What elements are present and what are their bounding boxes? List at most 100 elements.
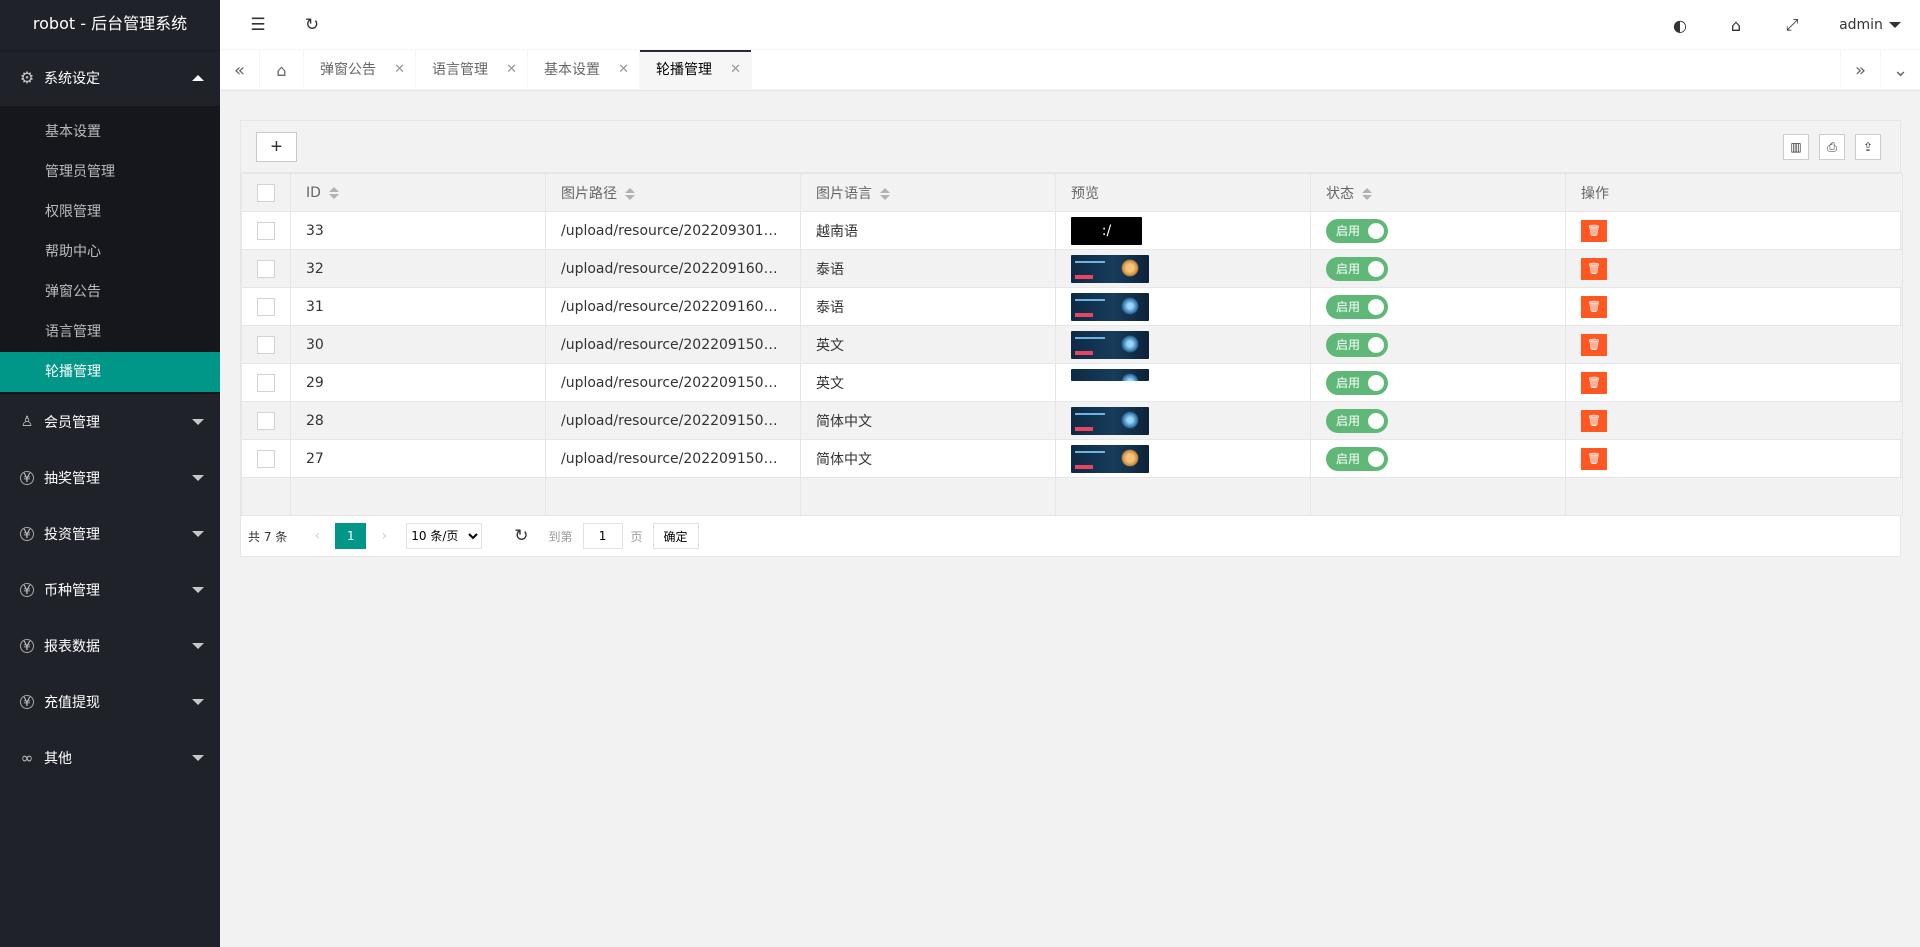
cell-preview: [1055, 439, 1311, 478]
columns-filter-icon[interactable]: ▥: [1783, 134, 1809, 160]
goto-page-input[interactable]: [582, 523, 623, 549]
col-status[interactable]: 状态: [1310, 173, 1566, 212]
status-toggle[interactable]: 启用: [1326, 408, 1388, 433]
cell-status: 启用: [1310, 401, 1566, 440]
nav-item-popup-notice[interactable]: 弹窗公告: [0, 272, 220, 312]
nav-item-label: 系统设定: [44, 71, 100, 87]
caret-down-icon: [192, 531, 204, 537]
add-button[interactable]: +: [256, 132, 297, 162]
tab-language[interactable]: 语言管理 ✕: [416, 50, 528, 90]
cell-language: 泰语: [800, 287, 1056, 326]
status-toggle[interactable]: 启用: [1326, 218, 1388, 243]
caret-down-icon: [192, 475, 204, 481]
row-checkbox[interactable]: [257, 449, 275, 468]
nav-item-carousel[interactable]: 轮播管理: [0, 352, 220, 392]
status-toggle[interactable]: 启用: [1326, 446, 1388, 471]
nav-item-language[interactable]: 语言管理: [0, 312, 220, 352]
nav-item-currency[interactable]: ¥ 币种管理: [0, 562, 220, 618]
sidebar: robot - 后台管理系统 ⚙ 系统设定 基本设置 管理员管理 权限管理 帮助…: [0, 0, 220, 947]
close-icon[interactable]: ✕: [730, 50, 741, 90]
theme-icon[interactable]: ◐: [1652, 0, 1708, 50]
nav-item-investment[interactable]: ¥ 投资管理: [0, 506, 220, 562]
tab-label: 弹窗公告: [320, 62, 376, 78]
nav-item-basic-settings[interactable]: 基本设置: [0, 112, 220, 152]
sort-icon[interactable]: [625, 187, 635, 200]
page-size-select[interactable]: 10 条/页: [406, 523, 483, 549]
close-icon[interactable]: ✕: [506, 50, 517, 90]
tabs-scroll-right-icon[interactable]: »: [1840, 50, 1880, 90]
tab-popup-notice[interactable]: 弹窗公告 ✕: [304, 50, 416, 90]
tab-carousel[interactable]: 轮播管理 ✕: [640, 50, 752, 90]
print-icon[interactable]: ⎙: [1819, 134, 1845, 160]
delete-icon[interactable]: 🗑: [1581, 295, 1607, 318]
row-checkbox[interactable]: [257, 335, 275, 354]
status-toggle[interactable]: 启用: [1326, 294, 1388, 319]
cell-id: 30: [290, 325, 546, 364]
home-tab-icon[interactable]: ⌂: [260, 50, 304, 90]
col-image-path[interactable]: 图片路径: [545, 173, 801, 212]
preview-image[interactable]: [1071, 292, 1149, 321]
close-icon[interactable]: ✕: [394, 50, 405, 90]
nav-item-help-center[interactable]: 帮助中心: [0, 232, 220, 272]
nav-item-lottery[interactable]: ¥ 抽奖管理: [0, 450, 220, 506]
nav-item-permissions[interactable]: 权限管理: [0, 192, 220, 232]
tag-icon[interactable]: ⌂: [1708, 0, 1764, 50]
collapse-menu-icon[interactable]: ☰: [246, 13, 270, 37]
row-checkbox[interactable]: [257, 411, 275, 430]
nav-item-deposit-withdraw[interactable]: ¥ 充值提现: [0, 674, 220, 730]
yen-icon: ¥: [20, 471, 34, 485]
sort-icon[interactable]: [880, 187, 890, 200]
nav-item-admin-management[interactable]: 管理员管理: [0, 152, 220, 192]
export-icon[interactable]: ⇪: [1855, 134, 1881, 160]
preview-image[interactable]: [1071, 406, 1149, 435]
nav-submenu: 基本设置 管理员管理 权限管理 帮助中心 弹窗公告 语言管理 轮播管理: [0, 106, 220, 394]
row-checkbox[interactable]: [257, 259, 275, 278]
fullscreen-icon[interactable]: ⤢: [1764, 0, 1820, 50]
preview-image[interactable]: [1071, 369, 1149, 381]
row-checkbox[interactable]: [257, 297, 275, 316]
delete-icon[interactable]: 🗑: [1581, 409, 1607, 432]
cell-language: 简体中文: [800, 439, 1056, 478]
cell-status: 启用: [1310, 363, 1566, 402]
status-toggle[interactable]: 启用: [1326, 256, 1388, 281]
delete-icon[interactable]: 🗑: [1581, 219, 1607, 242]
status-toggle[interactable]: 启用: [1326, 332, 1388, 357]
delete-icon[interactable]: 🗑: [1581, 257, 1607, 280]
sort-icon[interactable]: [1362, 187, 1372, 200]
sort-icon[interactable]: [328, 186, 339, 199]
tab-basic-settings[interactable]: 基本设置 ✕: [528, 50, 640, 90]
nav-item-system-settings[interactable]: ⚙ 系统设定: [0, 50, 220, 106]
page-number-current[interactable]: 1: [335, 523, 367, 549]
preview-image[interactable]: [1071, 330, 1149, 359]
next-page-icon[interactable]: ›: [374, 528, 394, 544]
confirm-button[interactable]: 确定: [652, 523, 699, 549]
user-menu[interactable]: admin: [1820, 17, 1920, 33]
app-logo: robot - 后台管理系统: [0, 0, 220, 50]
cell-actions: 🗑: [1565, 363, 1903, 402]
preview-image[interactable]: [1071, 254, 1149, 283]
tabs-scroll-left-icon[interactable]: «: [220, 50, 260, 90]
refresh-icon[interactable]: ↻: [514, 526, 528, 546]
select-all-checkbox[interactable]: [257, 183, 275, 202]
nav-item-other[interactable]: ∞ 其他: [0, 730, 220, 786]
cell-id: 28: [290, 401, 546, 440]
col-id[interactable]: ID: [290, 173, 546, 212]
delete-icon[interactable]: 🗑: [1581, 447, 1607, 470]
col-image-language[interactable]: 图片语言: [800, 173, 1056, 212]
nav-item-members[interactable]: ♙ 会员管理: [0, 394, 220, 450]
row-checkbox[interactable]: [257, 373, 275, 392]
cell-id: 33: [290, 211, 546, 250]
nav-item-reports[interactable]: ¥ 报表数据: [0, 618, 220, 674]
caret-down-icon: [1888, 22, 1901, 28]
delete-icon[interactable]: 🗑: [1581, 333, 1607, 356]
preview-image[interactable]: :/: [1071, 216, 1142, 245]
status-toggle[interactable]: 启用: [1326, 370, 1388, 395]
prev-page-icon[interactable]: ‹: [307, 528, 327, 544]
row-checkbox[interactable]: [257, 221, 275, 240]
preview-image[interactable]: [1071, 444, 1149, 473]
delete-icon[interactable]: 🗑: [1581, 371, 1607, 394]
cell-id: 31: [290, 287, 546, 326]
tabs-menu-chevron-down-icon[interactable]: ⌄: [1880, 50, 1920, 90]
close-icon[interactable]: ✕: [618, 50, 629, 90]
refresh-icon[interactable]: ↻: [300, 13, 324, 37]
